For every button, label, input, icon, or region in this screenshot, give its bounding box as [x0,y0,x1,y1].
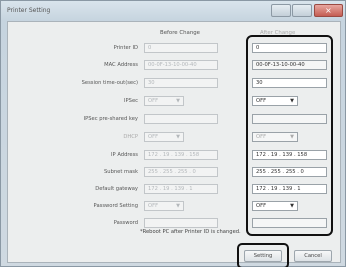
before-change-header: Before Change [160,30,200,36]
dhcp-before: OFF ▼ [144,132,184,142]
password-setting-label: Password Setting [93,203,138,209]
ipsec-before-value: OFF [148,98,159,104]
ipsec-key-label: IPSec pre-shared key [83,116,138,122]
chevron-down-icon: ▼ [176,134,180,140]
printer-id-label: Printer ID [113,45,138,51]
window-title: Printer Setting [7,7,51,14]
maximize-button[interactable] [292,4,312,17]
dhcp-label: DHCP [123,134,138,140]
session-timeout-before: 30 [144,78,218,88]
after-change-highlight-box [246,35,333,236]
ip-address-before: 172 . 19 . 139 . 158 [144,150,218,160]
reboot-note: *Reboot PC after Printer ID is changed. [140,229,241,235]
password-setting-before: OFF ▼ [144,201,184,211]
default-gateway-before: 172 . 19 . 139 . 1 [144,184,218,194]
mac-address-label: MAC Address [104,62,138,68]
setting-button[interactable]: Setting [244,250,282,262]
default-gateway-label: Default gateway [95,186,138,192]
subnet-mask-before: 255 . 255 . 255 . 0 [144,167,218,177]
ip-address-label: IP Address [111,152,138,158]
title-bar: Printer Setting × [1,1,345,21]
close-button[interactable]: × [314,4,343,17]
subnet-mask-label: Subnet mask [104,169,138,175]
ipsec-key-before [144,114,218,124]
session-timeout-label: Session time-out(sec) [81,80,138,86]
printer-id-before: 0 [144,43,218,53]
settings-panel: Before Change After Change Printer ID 0 … [7,21,341,267]
mac-address-before: 00-0F-13-10-00-40 [144,60,218,70]
dhcp-before-value: OFF [148,134,159,140]
password-before [144,218,218,228]
password-label: Password [113,220,138,226]
ipsec-label: IPSec [124,98,138,104]
chevron-down-icon: ▼ [176,203,180,209]
close-icon: × [325,6,332,15]
minimize-button[interactable] [271,4,291,17]
ipsec-before: OFF ▼ [144,96,184,106]
printer-setting-window: Printer Setting × Before Change After Ch… [0,0,346,267]
chevron-down-icon: ▼ [176,98,180,104]
password-setting-before-value: OFF [148,203,159,209]
cancel-button[interactable]: Cancel [294,250,332,262]
